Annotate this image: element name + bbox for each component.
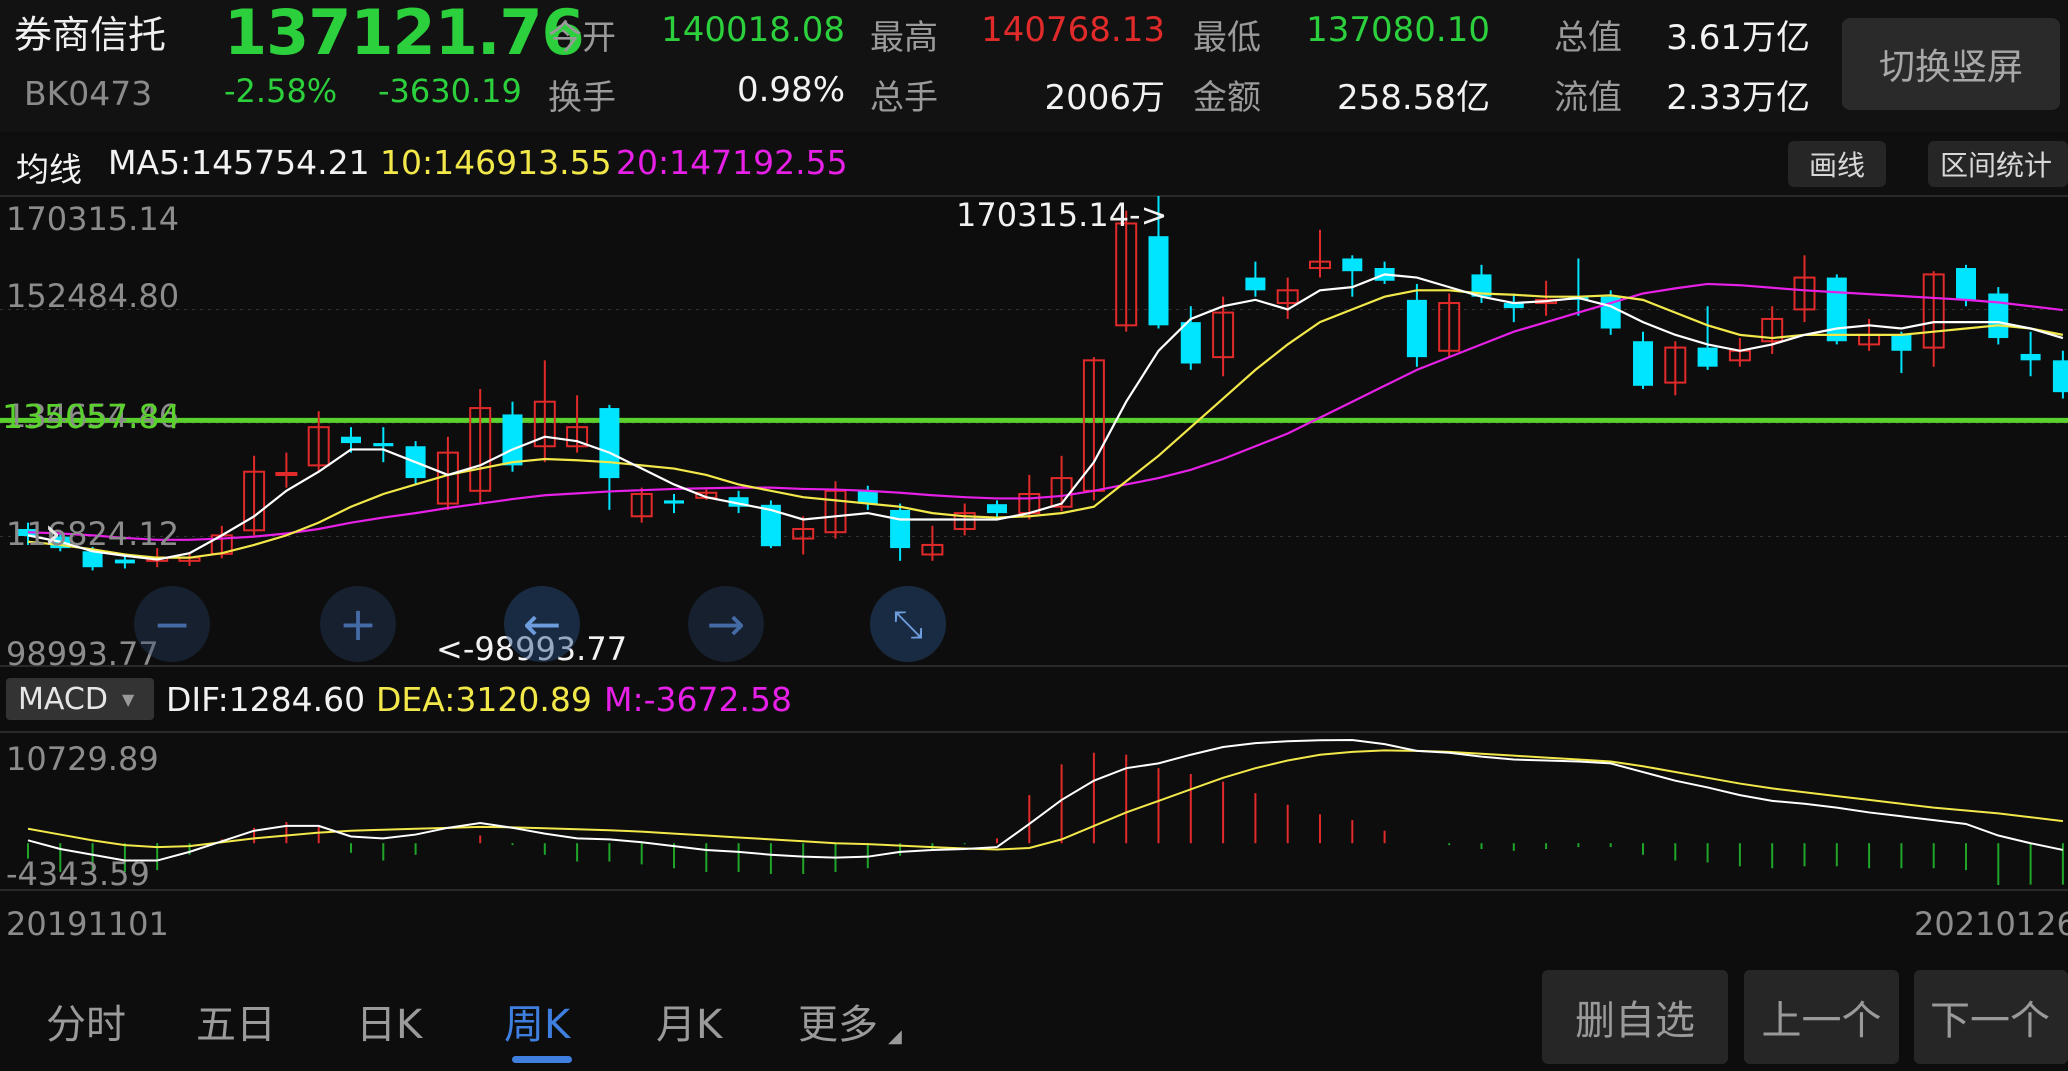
current-price-line-label: 135057.84 (2, 397, 181, 436)
candle-body-down (1406, 299, 1427, 358)
tab-more[interactable]: 更多 (798, 992, 878, 1050)
candle-body-down (1148, 236, 1169, 326)
candle-body-down (2020, 353, 2041, 361)
price-axis-bottom: 98993.77 (6, 635, 159, 673)
indicator-select-value: MACD (18, 681, 108, 717)
macd-axis-bottom: -4343.59 (6, 855, 150, 893)
candle-body-down (857, 490, 878, 504)
remove-watchlist-button[interactable]: 删自选 (1542, 970, 1728, 1064)
macd-m: M:-3672.58 (604, 680, 792, 719)
price-axis-level-4: 116824.12 (6, 515, 180, 553)
candle-body-down (1180, 322, 1201, 364)
candle-body-down (341, 436, 361, 444)
macd-dea: DEA:3120.89 (376, 680, 592, 719)
zoom-in-icon[interactable]: + (320, 586, 396, 662)
candle-body-down (502, 414, 523, 466)
zoom-out-icon[interactable]: − (134, 586, 210, 662)
active-tab-indicator (512, 1056, 572, 1063)
chevron-right-icon[interactable]: › (44, 508, 62, 559)
candle-body-down (1245, 277, 1266, 291)
candle-body-down (114, 559, 135, 564)
candle-body-down (82, 551, 103, 568)
macd-dea-line (27, 749, 2064, 851)
candle-body-down (1697, 347, 1718, 367)
date-axis-start: 20191101 (6, 905, 169, 943)
tab-intraday[interactable]: 分时 (46, 992, 126, 1050)
arrow-left-icon[interactable]: ← (504, 586, 580, 662)
macd-axis-top: 10729.89 (6, 740, 159, 778)
indicator-select[interactable]: MACD ▼ (6, 678, 154, 720)
macd-dif-line (27, 738, 2064, 862)
tab-weekly-k[interactable]: 周K (504, 992, 570, 1050)
candle-body-down (1956, 268, 1976, 300)
ma5-line (27, 273, 2064, 561)
candle-body-down (1891, 334, 1912, 351)
arrow-right-icon[interactable]: → (688, 586, 764, 662)
candle-body-down (373, 443, 394, 447)
candle-body-down (664, 500, 684, 504)
macd-dif: DIF:1284.60 (166, 680, 366, 719)
candle-body-down (1342, 258, 1363, 272)
price-axis-level-2: 152484.80 (6, 277, 180, 315)
candle-body-down (2052, 360, 2068, 393)
candle-body-down (1826, 277, 1847, 342)
price-axis-top: 170315.14 (6, 200, 180, 238)
candle-body-down (987, 504, 1007, 514)
date-axis-end: 20210126 (1914, 905, 2068, 943)
max-price-annotation: 170315.14-> (956, 196, 1168, 234)
candle-body-down (890, 509, 911, 549)
kline-chart[interactable] (0, 0, 2068, 1071)
collapse-icon[interactable]: ⤡ (870, 586, 946, 662)
tab-monthly-k[interactable]: 月K (656, 992, 722, 1050)
dropdown-arrow-icon: ▼ (121, 689, 135, 709)
candle-body-down (1988, 293, 2009, 339)
ma20-line (27, 282, 2064, 541)
ma10-line (27, 289, 2064, 559)
more-corner-icon: ◢ (888, 1026, 902, 1047)
candle-body-down (1633, 341, 1653, 386)
candle-body-down (599, 408, 620, 479)
next-stock-button[interactable]: 下一个 (1914, 970, 2068, 1064)
previous-stock-button[interactable]: 上一个 (1744, 970, 1899, 1064)
tab-daily-k[interactable]: 日K (356, 992, 422, 1050)
tab-five-day[interactable]: 五日 (196, 992, 276, 1050)
candle-body-up (275, 471, 298, 476)
